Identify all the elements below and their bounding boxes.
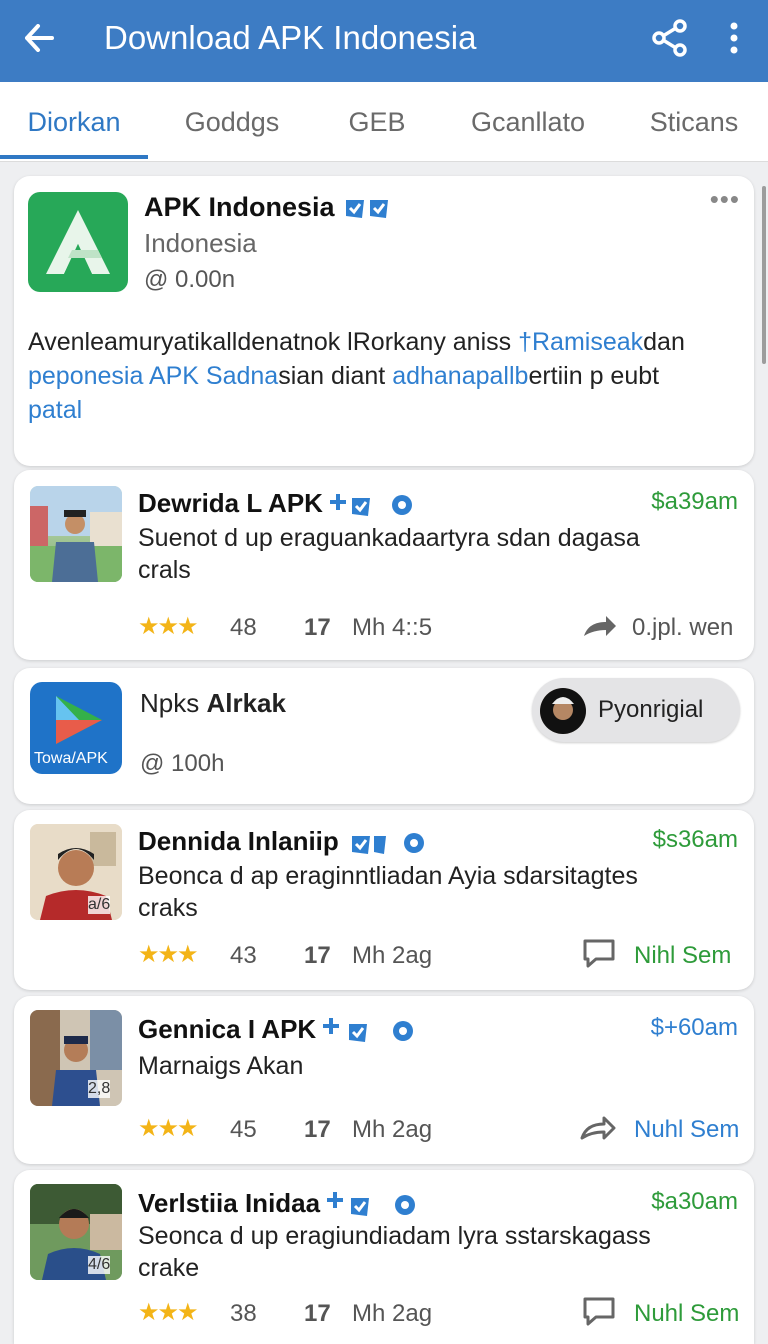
- profile-count: @ 0.00n: [144, 266, 236, 293]
- app-count: @ 100h: [140, 750, 225, 777]
- post-time: $+60am: [650, 1014, 738, 1041]
- description-line-2: peponesia APK Sadnasian diant adhanapall…: [28, 362, 660, 390]
- comment-icon[interactable]: [582, 938, 616, 975]
- post-card[interactable]: 2,8 Gennica I APK $+60am Marnaigs Akan ★…: [14, 996, 754, 1164]
- post-text-2: crake: [138, 1254, 200, 1282]
- tab-geb[interactable]: GEB: [326, 82, 428, 162]
- post-text: Suenot d up eraguankadaartyra sdan dagas…: [138, 524, 640, 552]
- verified-icon: [327, 1192, 416, 1217]
- post-text: Marnaigs Akan: [138, 1052, 304, 1080]
- apk-logo-icon: [28, 192, 128, 292]
- reply-count: 17: [304, 1116, 331, 1143]
- post-text-2: craks: [138, 894, 198, 922]
- reply-count: 17: [304, 1300, 331, 1327]
- post-time: $a30am: [651, 1188, 738, 1215]
- avatar: 4/6: [30, 1184, 122, 1280]
- avatar: 2,8: [30, 1010, 122, 1106]
- verified-icon: [330, 494, 413, 517]
- post-action[interactable]: 0.jpl. wen: [632, 614, 733, 642]
- back-arrow-icon[interactable]: [22, 18, 56, 58]
- rating-value: 48: [230, 614, 257, 641]
- post-time: $s36am: [652, 826, 738, 853]
- avatar: a/6: [30, 824, 122, 920]
- rating-value: 43: [230, 942, 257, 969]
- post-card[interactable]: Dewrida L APK $a39am Suenot d up eraguan…: [14, 470, 754, 660]
- post-time: $a39am: [651, 488, 738, 515]
- post-author: Gennica I APK: [138, 1014, 419, 1045]
- profile-subtitle: Indonesia: [144, 228, 257, 258]
- app-icon: Towa/APK: [30, 682, 122, 774]
- tab-diorkan[interactable]: Diorkan: [0, 82, 148, 162]
- verified-icon: [323, 1018, 414, 1043]
- tab-sticans[interactable]: Sticans: [630, 82, 758, 162]
- description-link[interactable]: patal: [28, 396, 82, 425]
- rating-stars-icon: ★★★: [138, 613, 199, 640]
- scrollbar[interactable]: [762, 186, 766, 364]
- avatar: [30, 486, 122, 582]
- reply-count: 17: [304, 942, 331, 969]
- app-bar: Download APK Indonesia: [0, 0, 768, 82]
- post-meta: Mh 2ag: [352, 942, 433, 969]
- post-card[interactable]: a/6 Dennida Inlaniip $s36am Beonca d ap …: [14, 810, 754, 990]
- rating-stars-icon: ★★★: [138, 1115, 199, 1142]
- reply-count: 17: [304, 614, 331, 641]
- post-meta: Mh 2ag: [352, 1300, 433, 1327]
- post-card[interactable]: 4/6 Verlstiia Inidaa $a30am Seonca d up …: [14, 1170, 754, 1344]
- tab-goddgs[interactable]: Goddgs: [160, 82, 304, 162]
- post-meta: Mh 4::5: [352, 614, 433, 641]
- share-arrow-icon[interactable]: [580, 1114, 616, 1147]
- profile-card: APK Indonesia Indonesia @ 0.00n ••• Aven…: [14, 176, 754, 466]
- follow-button[interactable]: Pyonrigial: [532, 678, 740, 742]
- rating-value: 45: [230, 1116, 257, 1143]
- tab-bar: Diorkan Goddgs GEB Gcanllato Sticans: [0, 82, 768, 162]
- card-menu-icon[interactable]: •••: [710, 184, 740, 215]
- post-meta: Mh 2ag: [352, 1116, 433, 1143]
- post-text-2: crals: [138, 556, 191, 584]
- post-author: Dennida Inlaniip: [138, 826, 430, 857]
- verified-icon: [352, 833, 425, 855]
- tab-gcanllato[interactable]: Gcanllato: [450, 82, 606, 162]
- share-arrow-icon[interactable]: [582, 612, 618, 645]
- app-card[interactable]: Towa/APK Npks Alrkak @ 100h Pyonrigial: [14, 668, 754, 804]
- verified-icon: [346, 199, 389, 218]
- app-name: Npks Alrkak: [140, 688, 286, 718]
- description-line-1: Avenleamuryatikalldenatnok lRorkany anis…: [28, 328, 685, 356]
- post-action[interactable]: Nuhl Sem: [634, 1116, 739, 1144]
- post-author: Verlstiia Inidaa: [138, 1188, 423, 1219]
- post-text: Beonca d ap eraginntliadan Ayia sdarsita…: [138, 862, 638, 890]
- share-icon[interactable]: [650, 18, 690, 58]
- comment-icon[interactable]: [582, 1296, 616, 1333]
- avatar: [540, 688, 586, 734]
- rating-stars-icon: ★★★: [138, 1299, 199, 1326]
- post-action[interactable]: Nihl Sem: [634, 942, 731, 970]
- page-title: Download APK Indonesia: [104, 19, 477, 56]
- profile-name: APK Indonesia: [144, 192, 392, 223]
- post-text: Seonca d up eragiundiadam lyra sstarskag…: [138, 1222, 651, 1250]
- post-action[interactable]: Nuhl Sem: [634, 1300, 739, 1328]
- rating-value: 38: [230, 1300, 257, 1327]
- more-vert-icon[interactable]: [722, 18, 746, 58]
- rating-stars-icon: ★★★: [138, 941, 199, 968]
- tab-indicator: [0, 155, 148, 159]
- post-author: Dewrida L APK: [138, 488, 414, 519]
